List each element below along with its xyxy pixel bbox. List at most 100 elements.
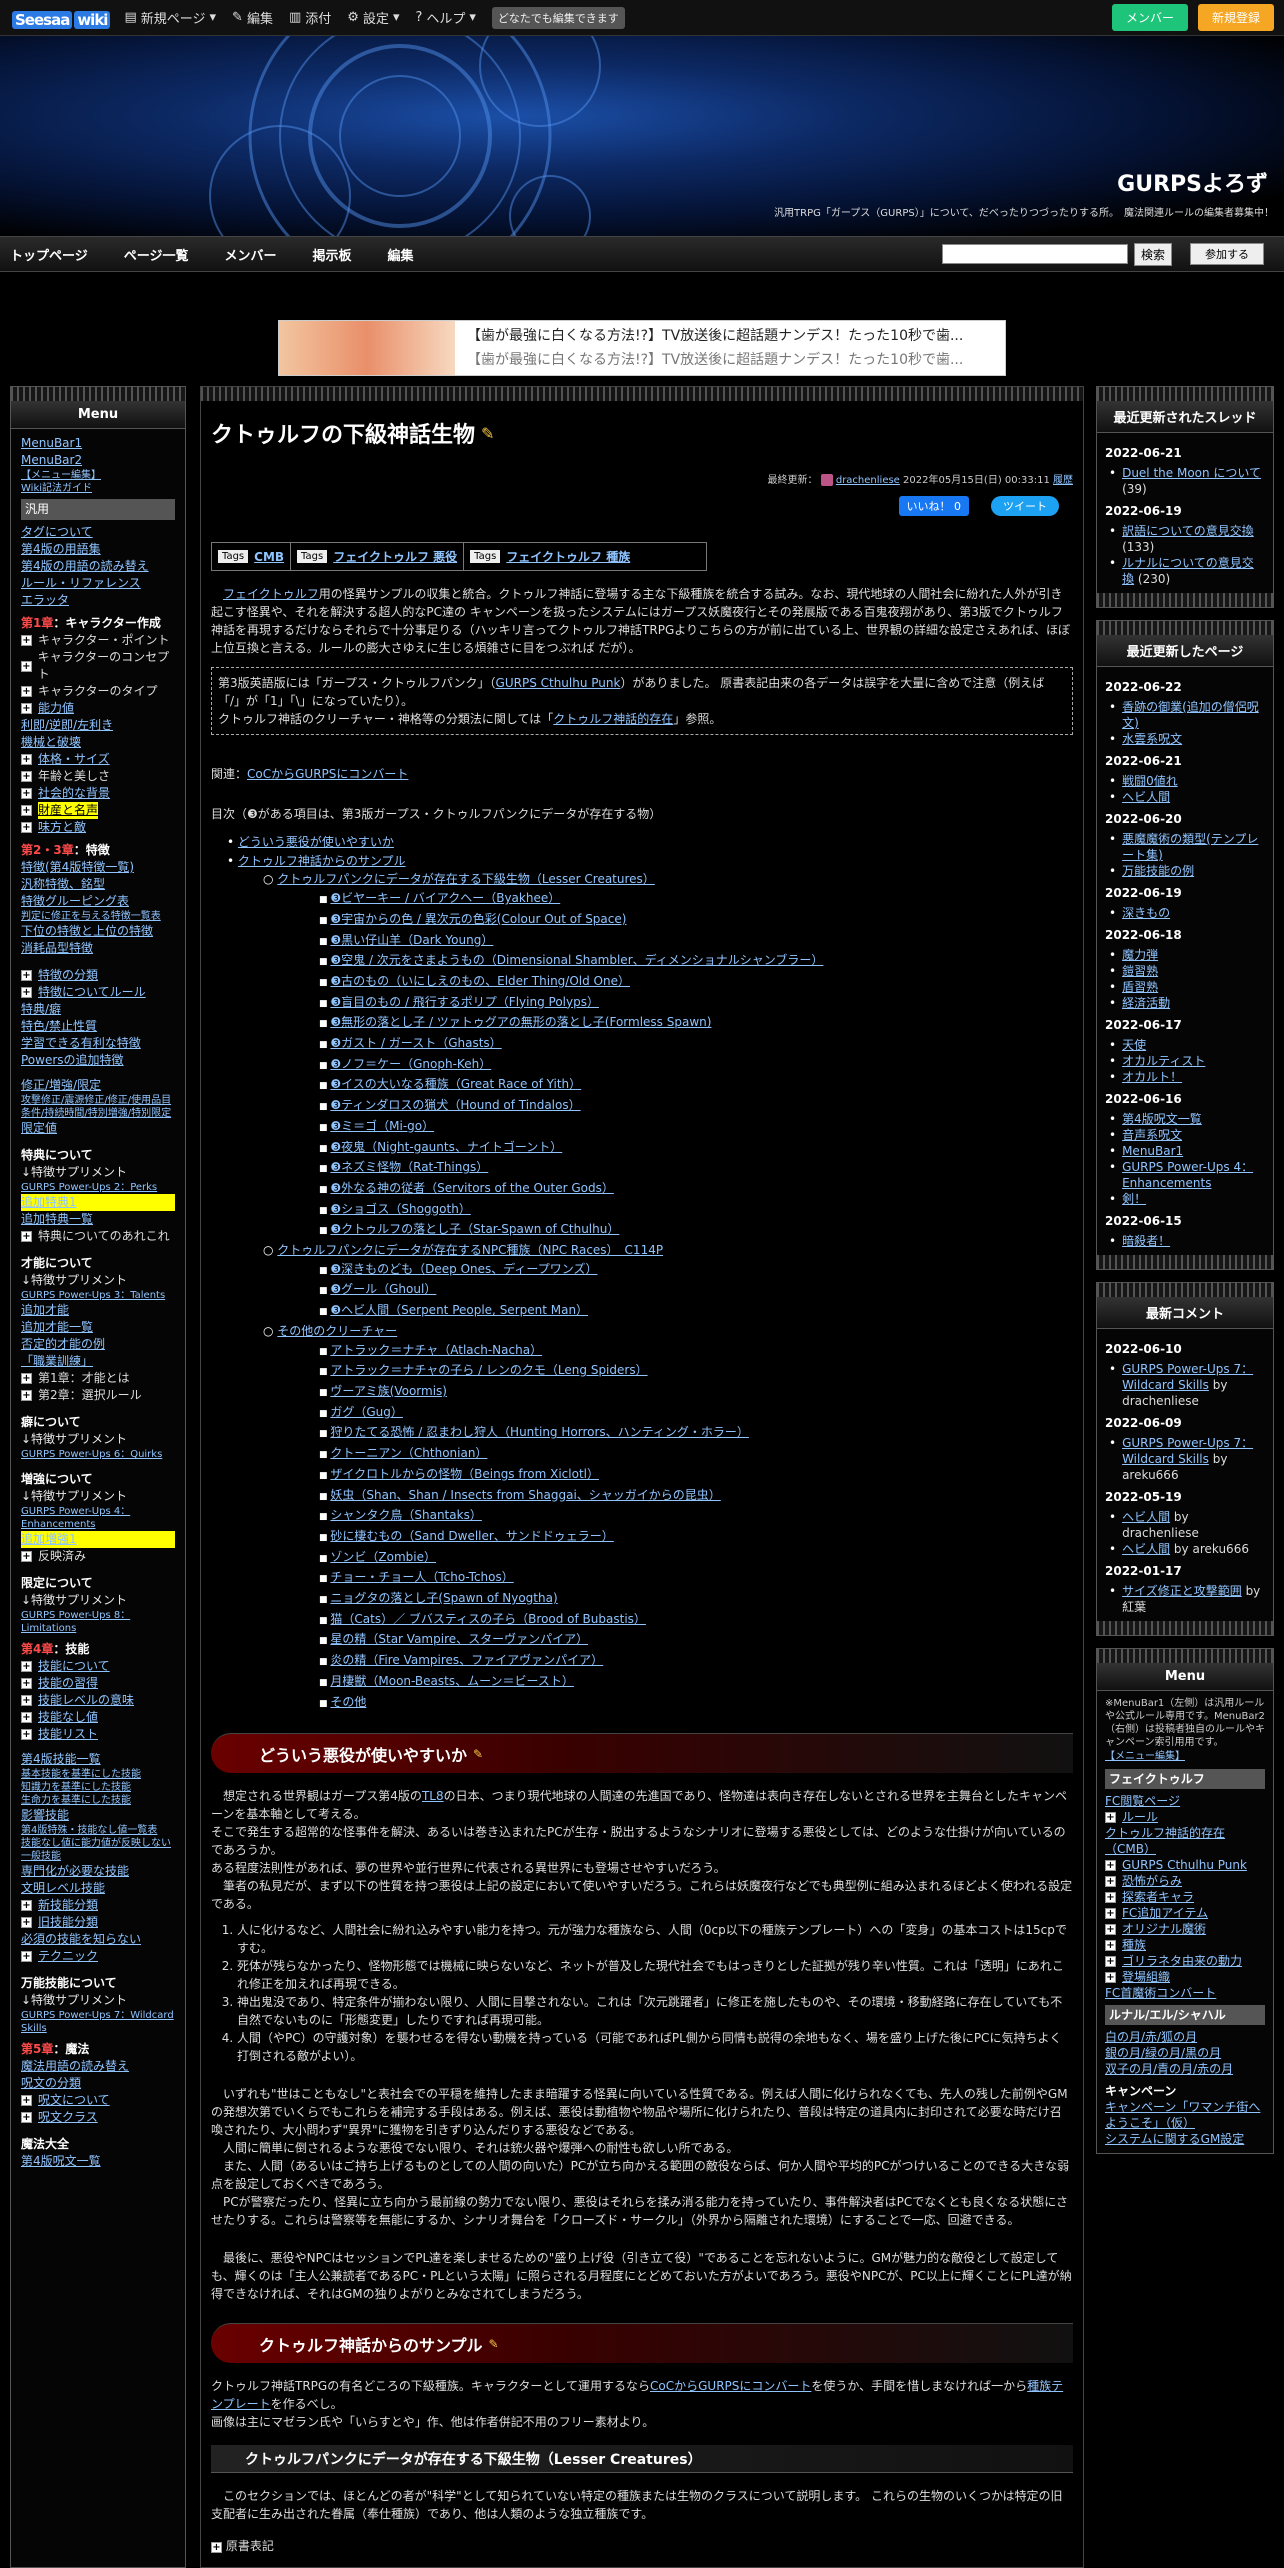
- menu-link[interactable]: 下位の特徴と上位の特徴: [21, 923, 175, 940]
- expand-icon[interactable]: +: [21, 2095, 32, 2106]
- toc-link[interactable]: クトーニアン（Chthonian）: [330, 1446, 487, 1460]
- expand-icon[interactable]: +: [1105, 1875, 1116, 1887]
- menu-link[interactable]: 銀の月/緑の月/黒の月: [1105, 2045, 1265, 2061]
- toc-link[interactable]: ❸宇宙からの色 / 異次元の色彩(Colour Out of Space): [330, 912, 626, 926]
- toc-link[interactable]: 月棲獣（Moon-Beasts、ムーン＝ビースト）: [330, 1674, 574, 1688]
- toc-link[interactable]: 狩りたてる恐怖 / 忍まわし狩人（Hunting Horrors、ハンティング・…: [330, 1425, 749, 1439]
- menu-link[interactable]: 文明レベル技能: [21, 1880, 175, 1897]
- menu-link[interactable]: 追加才能一覧: [21, 1319, 175, 1336]
- menu-link[interactable]: 第4版技能一覧: [21, 1751, 175, 1768]
- thread-link[interactable]: GURPS Power-Ups 7：Wildcard Skills: [1122, 1436, 1253, 1466]
- pencil-icon[interactable]: ✎: [489, 2337, 499, 2351]
- menu-link[interactable]: FC閲覧ページ: [1105, 1793, 1180, 1809]
- menu-item[interactable]: + FC追加アイテム: [1105, 1905, 1265, 1921]
- search-input[interactable]: [941, 244, 1128, 264]
- page-link[interactable]: 剣！: [1122, 1191, 1146, 1207]
- toc-link[interactable]: 妖虫（Shan、Shan / Insects from Shaggai、シャッガ…: [330, 1488, 720, 1502]
- coc-convert-link[interactable]: CoCからGURPSにコンバート: [650, 2379, 811, 2393]
- toc-link[interactable]: ❸ガスト / ガースト（Ghasts）: [330, 1036, 501, 1050]
- expand-icon[interactable]: +: [21, 1695, 32, 1706]
- toc-link[interactable]: ニョグタの落とし子(Spawn of Nyogtha): [330, 1591, 557, 1605]
- expand-icon[interactable]: +: [21, 2112, 32, 2123]
- menu-link[interactable]: MenuBar1: [21, 435, 175, 452]
- expand-icon[interactable]: +: [21, 1661, 32, 1672]
- menu-link[interactable]: 登場組織: [1122, 1969, 1170, 1985]
- menu-item[interactable]: FC閲覧ページ: [1105, 1793, 1265, 1809]
- expand-icon[interactable]: +: [21, 970, 32, 981]
- ad-banner[interactable]: 【歯が最強に白くなる方法!?】TV放送後に超話題ナンデス！たった10秒で歯...…: [278, 320, 1006, 376]
- menu-item[interactable]: + 恐怖がらみ: [1105, 1873, 1265, 1889]
- expand-icon[interactable]: +: [211, 2542, 222, 2554]
- thread-link[interactable]: Duel the Moon について: [1122, 466, 1261, 480]
- signup-button[interactable]: 新規登録: [1197, 4, 1274, 31]
- menu-link[interactable]: クトゥルフ神話的存在（CMB）: [1105, 1825, 1265, 1857]
- expand-icon[interactable]: +: [21, 703, 32, 714]
- menu-link[interactable]: 技能なし値に能力値が反映しない一般技能: [21, 1837, 175, 1863]
- join-button[interactable]: 参加する: [1190, 243, 1264, 265]
- nav-page-list[interactable]: ページ一覧: [124, 245, 189, 264]
- expand-item[interactable]: + 技能なし値: [21, 1709, 175, 1726]
- member-button[interactable]: メンバー: [1111, 4, 1188, 31]
- tag-link[interactable]: フェイクトゥルフ 種族: [506, 548, 630, 565]
- toc-link[interactable]: どういう悪役が使いやすいか: [238, 835, 394, 849]
- menu-link[interactable]: Powersの追加特徴: [21, 1052, 175, 1069]
- menu-link[interactable]: 「職業訓練」: [21, 1353, 175, 1370]
- expand-item[interactable]: + 財産と名声: [21, 802, 175, 819]
- pencil-icon[interactable]: ✎: [481, 424, 494, 443]
- menu-link[interactable]: MenuBar2: [21, 452, 175, 469]
- menu-link[interactable]: ゴリラネタ由来の動力: [1122, 1953, 1242, 1969]
- expand-icon[interactable]: +: [1105, 1923, 1116, 1935]
- page-link[interactable]: 暗殺者！: [1122, 1233, 1170, 1249]
- menu-link[interactable]: 第4版呪文一覧: [21, 2153, 175, 2170]
- nav-top-page[interactable]: トップページ: [10, 245, 88, 264]
- page-link[interactable]: 第4版呪文一覧: [1122, 1111, 1202, 1127]
- menu-link[interactable]: 基本技能を基準にした技能: [21, 1768, 175, 1781]
- toc-link[interactable]: ヴーアミ族(Voormis): [330, 1384, 447, 1398]
- expand-icon[interactable]: +: [21, 754, 32, 765]
- menu-link[interactable]: 必須の技能を知らない: [21, 1931, 175, 1948]
- expand-icon[interactable]: +: [1105, 1971, 1116, 1983]
- menu-link[interactable]: 判定に修正を与える特徴一覧表: [21, 910, 175, 923]
- expand-icon[interactable]: +: [21, 771, 32, 782]
- expand-icon[interactable]: +: [21, 1231, 32, 1242]
- menu-link[interactable]: FC追加アイテム: [1122, 1905, 1208, 1921]
- page-link[interactable]: 万能技能の例: [1122, 863, 1194, 879]
- toc-link[interactable]: ❸ノフ＝ケー（Gnoph-Keh）: [330, 1057, 491, 1071]
- toc-link[interactable]: クトゥルフ神話からのサンプル: [238, 854, 406, 868]
- expand-icon[interactable]: +: [1105, 1891, 1116, 1903]
- toc-link[interactable]: ❸ネズミ怪物（Rat-Things）: [330, 1160, 488, 1174]
- expand-item[interactable]: + 特徴についてルール: [21, 984, 175, 1001]
- menu-link[interactable]: 限定値: [21, 1120, 175, 1137]
- page-link[interactable]: MenuBar1: [1122, 1143, 1183, 1159]
- expand-item[interactable]: + テクニック: [21, 1948, 175, 1965]
- tags-dropdown[interactable]: Tags: [218, 550, 249, 563]
- menu-link[interactable]: 汎称特徴、銘型: [21, 876, 175, 893]
- expand-item[interactable]: + キャラクター・ポイント: [21, 632, 175, 649]
- help-menu[interactable]: ? ヘルプ ▾: [415, 8, 475, 27]
- menu-link[interactable]: 追加特典一覧: [21, 1211, 175, 1228]
- toc-link[interactable]: アトラック＝ナチャの子ら / レンのクモ（Leng Spiders）: [330, 1363, 647, 1377]
- toc-link[interactable]: ❸ビヤーキー / バイアクヘー（Byakhee）: [330, 891, 560, 905]
- menu-link[interactable]: GURPS Power-Ups 6：Quirks: [21, 1448, 175, 1461]
- page-link[interactable]: 経済活動: [1122, 995, 1170, 1011]
- menu-link[interactable]: GURPS Power-Ups 8：Limitations: [21, 1609, 175, 1635]
- collapsible[interactable]: + 原書表記: [211, 2537, 1073, 2555]
- menu-item[interactable]: クトゥルフ神話的存在（CMB）: [1105, 1825, 1265, 1857]
- related-link[interactable]: CoCからGURPSにコンバート: [247, 767, 408, 781]
- page-link[interactable]: オカルティスト: [1122, 1053, 1205, 1069]
- campaign-link[interactable]: キャンペーン「ワマンチ街へようこそ」（仮）: [1105, 2099, 1265, 2131]
- menu-item[interactable]: + 探索者キャラ: [1105, 1889, 1265, 1905]
- expand-item[interactable]: + 特徴の分類: [21, 967, 175, 984]
- menu-link[interactable]: 影響技能: [21, 1807, 175, 1824]
- nav-edit[interactable]: 編集: [388, 245, 414, 264]
- menu-link[interactable]: 第4版の用語の読み替え: [21, 558, 175, 575]
- expand-icon[interactable]: +: [21, 1390, 32, 1401]
- thread-link[interactable]: ヘビ人間: [1122, 1542, 1170, 1556]
- tweet-button[interactable]: ツイート: [991, 496, 1059, 516]
- toc-link[interactable]: 炎の精（Fire Vampires、ファイアヴァンパイア）: [330, 1653, 603, 1667]
- menu-item[interactable]: + ゴリラネタ由来の動力: [1105, 1953, 1265, 1969]
- expand-item[interactable]: + 技能リスト: [21, 1726, 175, 1743]
- expand-icon[interactable]: +: [21, 1900, 32, 1911]
- toc-link[interactable]: ❸黒い仔山羊（Dark Young）: [330, 933, 493, 947]
- tags-dropdown[interactable]: Tags: [470, 550, 501, 563]
